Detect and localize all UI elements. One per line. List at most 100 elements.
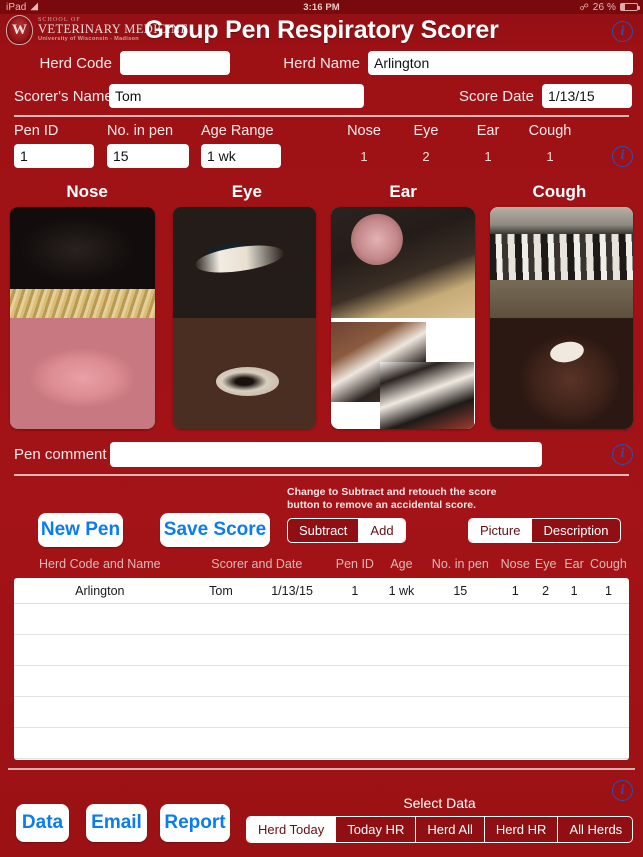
page-title: Group Pen Respiratory Scorer (144, 16, 499, 44)
score-date-label: Score Date (458, 87, 534, 105)
no-in-pen-input[interactable] (107, 144, 189, 168)
cough-score-panel[interactable] (489, 207, 633, 429)
divider-middle (14, 474, 629, 476)
records-table-header: Herd Code and Name Scorer and Date Pen I… (14, 557, 629, 571)
col-herd-code-and-name: Herd Code and Name (39, 557, 161, 571)
col-age: Age (390, 557, 413, 571)
ear-image-top[interactable] (331, 207, 475, 318)
cell-date: 1/13/15 (271, 583, 313, 598)
scorer-row: Scorer's Name Score Date (0, 81, 643, 111)
col-nose: Nose (500, 557, 530, 571)
app-root: iPad ◢ 3:16 PM ☍ 26 % W SCHOOL OF VETERI… (0, 0, 643, 857)
pen-comment-input[interactable] (110, 441, 542, 467)
eye-header: Eye (413, 123, 439, 139)
divider-bottom (8, 768, 635, 770)
cell-scorer: Tom (209, 583, 233, 598)
col-eye: Eye (534, 557, 557, 571)
report-button[interactable]: Report (160, 804, 230, 842)
score-date-input[interactable] (542, 84, 632, 108)
battery-percent-label: 26 % (592, 1, 616, 13)
nose-header: Nose (347, 123, 381, 139)
pen-comment-section: Pen comment i (0, 440, 643, 476)
image-panel-row (0, 202, 643, 429)
info-icon-header[interactable]: i (612, 21, 633, 42)
eye-score-panel[interactable] (172, 207, 316, 429)
cell-cough: 1 (604, 583, 612, 598)
divider-top (14, 115, 629, 117)
hint-line-1: Change to Subtract and retouch the score (287, 486, 497, 498)
pen-comment-label: Pen comment (14, 445, 107, 463)
nose-image-top[interactable] (10, 207, 155, 318)
col-ear: Ear (564, 557, 584, 571)
cell-pen-id: 1 (351, 583, 359, 598)
table-row[interactable]: Arlington Tom 1/13/15 1 1 wk 15 1 2 1 1 (14, 578, 629, 604)
cough-header: Cough (528, 123, 572, 139)
info-icon-comment[interactable]: i (612, 443, 633, 465)
herd-row: Herd Code Herd Name (0, 48, 643, 78)
select-data-herd-today[interactable]: Herd Today (247, 817, 337, 842)
ear-header: Ear (476, 123, 500, 139)
cough-image-top[interactable] (489, 207, 633, 318)
info-icon-pen[interactable]: i (612, 145, 633, 167)
col-no-in-pen: No. in pen (431, 557, 489, 571)
pen-comment-row: Pen comment i (0, 440, 643, 468)
herd-name-input[interactable] (368, 51, 633, 75)
table-row-empty[interactable] (14, 604, 629, 635)
table-row-empty[interactable] (14, 666, 629, 697)
eye-image-top[interactable] (172, 207, 316, 318)
data-button[interactable]: Data (16, 804, 69, 842)
select-data-all-herds[interactable]: All Herds (558, 817, 632, 842)
records-table[interactable]: Arlington Tom 1/13/15 1 1 wk 15 1 2 1 1 (14, 578, 629, 760)
category-label-row: Nose Eye Ear Cough (0, 182, 643, 202)
ear-score-panel[interactable] (331, 207, 475, 429)
score-mode-segmented-control[interactable]: Subtract Add (287, 518, 406, 543)
bluetooth-icon: ☍ (579, 1, 589, 12)
cell-nose: 1 (511, 583, 519, 598)
select-data-segmented-control[interactable]: Herd Today Today HR Herd All Herd HR All… (246, 816, 633, 843)
status-right: ☍ 26 % (579, 1, 640, 13)
table-row-empty[interactable] (14, 728, 629, 759)
select-data-today-hr[interactable]: Today HR (336, 817, 417, 842)
age-range-header: Age Range (201, 123, 274, 139)
age-range-input[interactable] (201, 144, 281, 168)
add-mode-option[interactable]: Add (359, 519, 405, 542)
pen-id-input[interactable] (14, 144, 94, 168)
picture-view-option[interactable]: Picture (469, 519, 533, 542)
view-mode-segmented-control[interactable]: Picture Description (468, 518, 621, 543)
cell-age: 1 wk (388, 583, 415, 598)
battery-icon (620, 3, 640, 11)
herd-code-label: Herd Code (39, 54, 112, 72)
col-cough: Cough (589, 557, 627, 571)
cell-no-in-pen: 15 (453, 583, 468, 598)
cough-image-bottom[interactable] (489, 318, 633, 429)
col-pen-id: Pen ID (335, 557, 374, 571)
hint-line-2: button to remove an accidental score. (287, 499, 477, 512)
category-label-ear: Ear (389, 182, 417, 201)
herd-form: Herd Code Herd Name Scorer's Name Score … (0, 48, 643, 169)
email-button[interactable]: Email (86, 804, 147, 842)
herd-code-input[interactable] (120, 51, 230, 75)
col-scorer-and-date: Scorer and Date (211, 557, 303, 571)
table-row-empty[interactable] (14, 635, 629, 666)
nose-score-panel[interactable] (10, 207, 155, 429)
ear-image-bottom[interactable] (331, 318, 475, 429)
subtract-hint-text: Change to Subtract and retouch the score… (287, 486, 567, 512)
select-data-herd-hr[interactable]: Herd HR (485, 817, 559, 842)
cell-ear: 1 (570, 583, 578, 598)
save-score-button[interactable]: Save Score (160, 513, 270, 547)
description-view-option[interactable]: Description (532, 519, 619, 542)
footer-toolbar: i Data Email Report Select Data Herd Tod… (0, 768, 643, 857)
select-data-herd-all[interactable]: Herd All (416, 817, 485, 842)
pen-header-row: Pen ID No. in pen Age Range Nose Eye Ear… (0, 117, 643, 139)
subtract-mode-option[interactable]: Subtract (288, 519, 360, 542)
status-bar: iPad ◢ 3:16 PM ☍ 26 % (0, 0, 643, 14)
score-image-grid: Nose Eye Ear Cough (0, 182, 643, 429)
nose-image-bottom[interactable] (10, 318, 155, 429)
eye-image-bottom[interactable] (172, 318, 316, 429)
select-data-label: Select Data (403, 795, 476, 811)
cell-eye: 2 (542, 583, 550, 598)
new-pen-button[interactable]: New Pen (38, 513, 123, 547)
scorer-name-input[interactable] (109, 84, 364, 108)
title-bar: W SCHOOL OF VETERINARY MEDICINE Universi… (0, 14, 643, 48)
table-row-empty[interactable] (14, 697, 629, 728)
